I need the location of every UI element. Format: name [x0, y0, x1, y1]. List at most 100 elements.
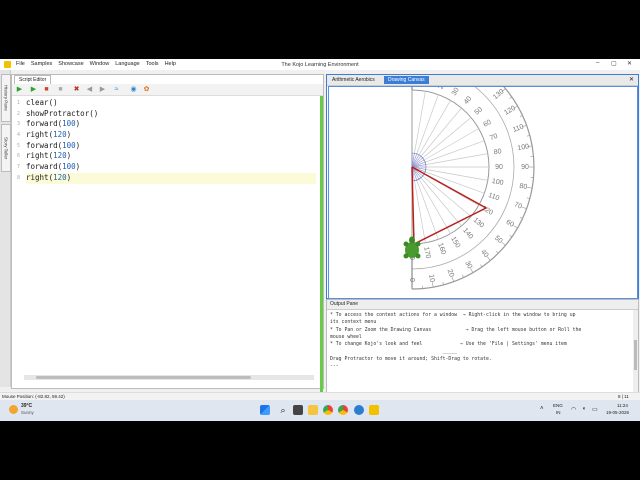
app-icon[interactable] [354, 405, 364, 415]
redo-icon[interactable]: ▶ [99, 86, 106, 93]
maximize-icon[interactable]: ▢ [611, 60, 617, 67]
code-area[interactable]: 1 clear() 2 showProtractor() 3 forward(100) 4 r… [17, 98, 316, 184]
drawing-canvas[interactable]: 0102030405060708090100110120130140150160… [328, 59, 638, 299]
output-line: its context menu [330, 320, 377, 326]
kojo-taskbar-icon[interactable] [369, 405, 379, 415]
language-bottom[interactable]: IN [556, 410, 561, 415]
editor-scroll-thumb[interactable] [36, 376, 251, 379]
weather-temp[interactable]: 39°C [21, 403, 32, 409]
script-editor-tab[interactable]: Script Editor [14, 75, 52, 84]
code-line[interactable]: 4 right(120) [17, 130, 316, 141]
clock-time[interactable]: 11:24 [617, 403, 628, 408]
weather-text[interactable]: Sunny [21, 410, 34, 415]
code-function: clear( [26, 98, 54, 107]
code-argument: 100 [62, 162, 76, 172]
menu-window[interactable]: Window [90, 61, 110, 67]
line-number: 7 [16, 164, 20, 171]
desktop-screen: File Samples Showcase Window Language To… [0, 59, 640, 421]
code-line[interactable]: 3 forward(100) [17, 119, 316, 130]
output-pane-tab[interactable]: Output Pane [330, 301, 358, 307]
output-line: mouse wheel [330, 334, 362, 340]
code-argument: 120 [53, 151, 67, 161]
history-pane-tab[interactable]: History Pane [1, 74, 11, 122]
output-line: * To change Kojo's look and feel → Use t… [330, 342, 567, 348]
protractor-outer-label: 50 [493, 235, 504, 245]
chrome-icon[interactable] [323, 405, 333, 415]
search-icon[interactable]: ⌕ [278, 405, 288, 415]
code-line[interactable]: 5 forward(100) [17, 141, 316, 152]
code-paren: ) [66, 172, 72, 182]
menu-samples[interactable]: Samples [31, 61, 52, 67]
editor-horizontal-scrollbar[interactable] [24, 375, 314, 380]
trace-icon[interactable]: ■ [43, 86, 50, 93]
canvas-close-icon[interactable]: ✕ [629, 76, 634, 83]
battery-icon[interactable]: ▭ [592, 406, 598, 413]
line-number: 8 [16, 174, 20, 181]
stop-icon[interactable]: ■ [57, 86, 64, 93]
tray-chevron-icon[interactable]: ˄ [540, 406, 544, 412]
protractor-inner-label: 100 [491, 178, 504, 187]
output-pane: Output Pane * To access the context acti… [326, 299, 639, 394]
line-number: 3 [16, 121, 20, 128]
code-argument: 120 [53, 172, 67, 182]
protractor-tick [509, 235, 513, 238]
protractor-tick [501, 241, 506, 246]
language-top[interactable]: ENG [553, 403, 563, 408]
protractor-tick [451, 276, 454, 282]
line-number: 2 [16, 110, 20, 117]
code-line[interactable]: 7 forward(100) [17, 162, 316, 173]
format-code-icon[interactable]: ≈ [113, 86, 120, 93]
weather-sun-icon[interactable] [9, 405, 18, 414]
share-icon[interactable]: ◉ [130, 86, 137, 93]
volume-icon[interactable]: ◖ [582, 406, 586, 412]
code-function: forward( [26, 162, 63, 172]
code-line[interactable]: 6 right(120) [17, 151, 316, 162]
clock-date[interactable]: 19-05-2026 [606, 410, 629, 415]
code-line[interactable]: 8 right(120) [17, 172, 316, 184]
menu-bar: File Samples Showcase Window Language To… [16, 61, 176, 67]
minimize-icon[interactable]: – [596, 60, 599, 66]
protractor-tick [526, 197, 530, 199]
tab-arithmetic-aerobics[interactable]: Arithmetic Aerobics [328, 76, 379, 84]
code-paren: ) [93, 108, 99, 118]
protractor-tick [486, 256, 491, 261]
output-header: Output Pane [327, 300, 638, 310]
undo-icon[interactable]: ◀ [86, 86, 93, 93]
tab-drawing-canvas[interactable]: Drawing Canvas [384, 76, 429, 84]
protractor-inner-label: 30 [451, 87, 461, 97]
task-view-icon[interactable] [293, 405, 303, 415]
turtle-part [403, 253, 409, 259]
code-line[interactable]: 2 showProtractor() [17, 108, 316, 120]
code-line[interactable]: 1 clear() [17, 98, 316, 109]
turtle-part [415, 253, 421, 259]
protractor-inner-label: 40 [463, 95, 473, 106]
start-icon[interactable] [260, 405, 270, 415]
file-explorer-icon[interactable] [308, 405, 318, 415]
menu-tools[interactable]: Tools [146, 61, 159, 67]
code-function: right( [26, 130, 54, 140]
protractor-tick [527, 187, 533, 189]
menu-showcase[interactable]: Showcase [58, 61, 83, 67]
run-icon[interactable]: ▶ [16, 86, 23, 93]
run-worksheet-icon[interactable]: ▶ [30, 86, 37, 93]
protractor-outer-label: 30 [463, 260, 473, 270]
wifi-icon[interactable]: ◠ [571, 406, 576, 413]
output-text: * To access the context actions for a wi… [330, 312, 630, 370]
close-icon[interactable]: ✕ [627, 60, 632, 67]
story-teller-tab[interactable]: Story Teller [1, 124, 11, 172]
output-scrollbar[interactable] [633, 310, 638, 392]
menu-help[interactable]: Help [165, 61, 176, 67]
protractor-drawing[interactable]: 0102030405060708090100110120130140150160… [329, 59, 637, 298]
code-function: right( [26, 172, 54, 182]
menu-language[interactable]: Language [115, 61, 139, 67]
clear-output-icon[interactable]: ✖ [73, 86, 80, 93]
protractor-tick [480, 264, 483, 268]
chrome-profile-icon[interactable] [338, 405, 348, 415]
left-side-tabs: History Pane Story Teller [0, 70, 11, 387]
settings-icon[interactable]: ✿ [143, 86, 150, 93]
output-line: _____ [330, 349, 458, 355]
output-scroll-thumb[interactable] [634, 340, 637, 370]
menu-file[interactable]: File [16, 61, 25, 67]
protractor-inner-label: 20 [438, 87, 447, 90]
protractor-tick [526, 135, 530, 137]
